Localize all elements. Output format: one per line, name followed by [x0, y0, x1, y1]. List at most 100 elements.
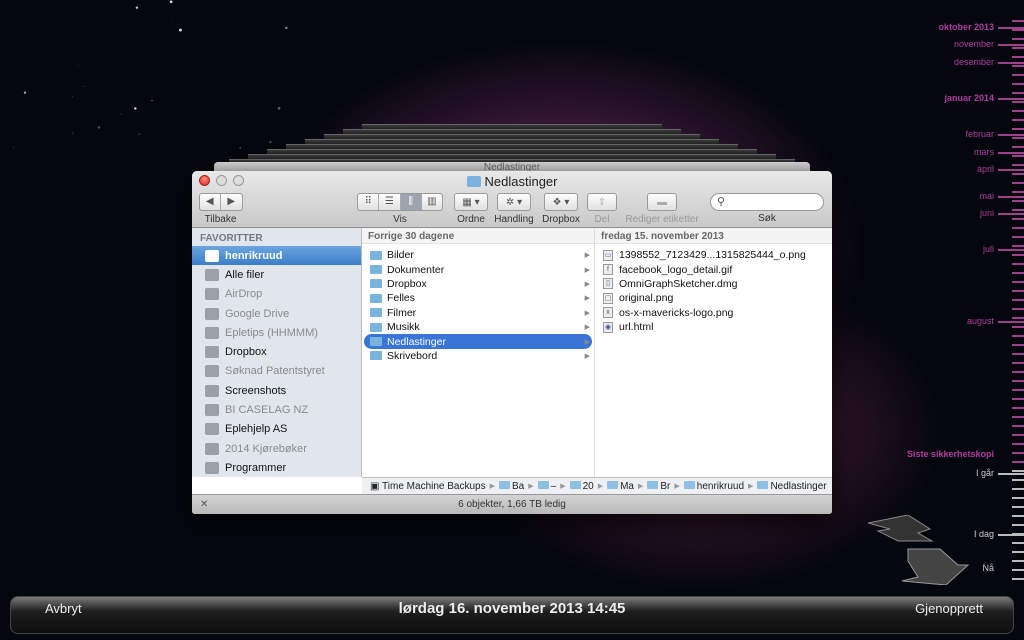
- timeline-tick[interactable]: [1012, 407, 1024, 409]
- timeline-label[interactable]: august: [967, 316, 994, 326]
- folder-row[interactable]: Dropbox ▶: [364, 277, 592, 291]
- timeline-label[interactable]: Nå: [982, 563, 994, 573]
- timeline-tick[interactable]: [1012, 101, 1024, 103]
- timeline-label[interactable]: I går: [976, 468, 994, 478]
- timeline-tick[interactable]: [1012, 128, 1024, 130]
- timeline-tick[interactable]: [1012, 137, 1024, 139]
- path-item[interactable]: Nedlastinger: [757, 480, 827, 492]
- timeline-tick[interactable]: [1012, 119, 1024, 121]
- list-view-icon[interactable]: ☰: [379, 194, 401, 210]
- timeline-label[interactable]: oktober 2013: [938, 22, 994, 32]
- timeline-major-tick[interactable]: [998, 27, 1024, 29]
- folder-row[interactable]: Skrivebord ▶: [364, 349, 592, 363]
- timeline-tick[interactable]: [1012, 515, 1024, 517]
- sidebar-item[interactable]: Eplehjelp AS: [192, 420, 361, 439]
- timeline-tick[interactable]: [1012, 263, 1024, 265]
- timeline-tick[interactable]: [1012, 173, 1024, 175]
- folder-row[interactable]: Filmer ▶: [364, 306, 592, 320]
- timeline-major-tick[interactable]: [998, 62, 1024, 64]
- timeline-label[interactable]: juni: [980, 208, 994, 218]
- timeline-major-tick[interactable]: [998, 152, 1024, 154]
- coverflow-view-icon[interactable]: ▥: [422, 194, 442, 210]
- timeline-tick[interactable]: [1012, 560, 1024, 562]
- timeline-tick[interactable]: [1012, 524, 1024, 526]
- timeline-tick[interactable]: [1012, 281, 1024, 283]
- sidebar-item[interactable]: 2014 Kjørebøker: [192, 439, 361, 458]
- timeline-major-tick[interactable]: [998, 196, 1024, 198]
- folder-row[interactable]: Musikk ▶: [364, 320, 592, 334]
- timeline-tick[interactable]: [1012, 353, 1024, 355]
- folder-row[interactable]: Dokumenter ▶: [364, 262, 592, 276]
- timeline-major-tick[interactable]: [998, 213, 1024, 215]
- timeline-tick[interactable]: [1012, 416, 1024, 418]
- timeline-tick[interactable]: [1012, 398, 1024, 400]
- timeline-label[interactable]: Siste sikkerhetskopi: [907, 449, 994, 459]
- timeline-label[interactable]: november: [954, 39, 994, 49]
- timeline-label[interactable]: mai: [979, 191, 994, 201]
- path-item[interactable]: ▣ Time Machine Backups: [370, 481, 486, 492]
- timeline-label[interactable]: mars: [974, 147, 994, 157]
- file-row[interactable]: x os-x-mavericks-logo.png: [597, 306, 830, 320]
- timeline-tick[interactable]: [1012, 29, 1024, 31]
- timeline-tick[interactable]: [1012, 389, 1024, 391]
- timeline-tick[interactable]: [1012, 209, 1024, 211]
- timeline-tick[interactable]: [1012, 425, 1024, 427]
- timeline-major-tick[interactable]: [998, 249, 1024, 251]
- sidebar-item[interactable]: Google Drive: [192, 304, 361, 323]
- path-item[interactable]: Br: [647, 480, 670, 492]
- timeline-tick[interactable]: [1012, 299, 1024, 301]
- folder-row[interactable]: Bilder ▶: [364, 248, 592, 262]
- file-row[interactable]: ◉ url.html: [597, 320, 830, 334]
- share-button[interactable]: ⇪ Del: [586, 193, 618, 225]
- timeline-tick[interactable]: [1012, 200, 1024, 202]
- tools-icon[interactable]: ✕: [200, 495, 208, 514]
- timeline-tick[interactable]: [1012, 47, 1024, 49]
- timeline-tick[interactable]: [1012, 218, 1024, 220]
- timeline-tick[interactable]: [1012, 236, 1024, 238]
- forward-icon[interactable]: ▶: [221, 194, 242, 210]
- timeline-tick[interactable]: [1012, 308, 1024, 310]
- timeline-tick[interactable]: [1012, 191, 1024, 193]
- timeline-tick[interactable]: [1012, 497, 1024, 499]
- dropbox-button[interactable]: ❖ ▾ Dropbox: [541, 193, 581, 225]
- back-in-time-arrow[interactable]: [868, 515, 934, 542]
- sidebar-item[interactable]: Dropbox: [192, 342, 361, 361]
- file-row[interactable]: ▢ original.png: [597, 291, 830, 305]
- timeline-tick[interactable]: [1012, 245, 1024, 247]
- file-row[interactable]: f facebook_logo_detail.gif: [597, 262, 830, 276]
- path-item[interactable]: Ma: [607, 480, 634, 492]
- timeline-label[interactable]: januar 2014: [944, 93, 994, 103]
- timeline-tick[interactable]: [1012, 146, 1024, 148]
- edit-tags-button[interactable]: ▬ Rediger etiketter: [624, 193, 700, 225]
- timeline-tick[interactable]: [1012, 317, 1024, 319]
- timeline-tick[interactable]: [1012, 362, 1024, 364]
- timeline-tick[interactable]: [1012, 371, 1024, 373]
- timeline-tick[interactable]: [1012, 155, 1024, 157]
- timeline-tick[interactable]: [1012, 569, 1024, 571]
- timeline-tick[interactable]: [1012, 461, 1024, 463]
- timeline-tick[interactable]: [1012, 56, 1024, 58]
- timeline-tick[interactable]: [1012, 452, 1024, 454]
- timeline-tick[interactable]: [1012, 551, 1024, 553]
- timeline-major-tick[interactable]: [998, 98, 1024, 100]
- sidebar-item[interactable]: Screenshots: [192, 381, 361, 400]
- timeline-tick[interactable]: [1012, 326, 1024, 328]
- path-item[interactable]: –: [537, 480, 556, 492]
- timeline-tick[interactable]: [1012, 92, 1024, 94]
- timeline-tick[interactable]: [1012, 20, 1024, 22]
- action-button[interactable]: ✲ ▾ Handling: [493, 193, 535, 225]
- timeline-tick[interactable]: [1012, 470, 1024, 472]
- sidebar-item[interactable]: Søknad Patentstyret: [192, 362, 361, 381]
- timeline-major-tick[interactable]: [998, 534, 1024, 536]
- timeline-major-tick[interactable]: [998, 473, 1024, 475]
- timeline-tick[interactable]: [1012, 272, 1024, 274]
- sidebar-item[interactable]: Epletips (HHMMM): [192, 323, 361, 342]
- back-icon[interactable]: ◀: [200, 194, 221, 210]
- sidebar-item[interactable]: BI CASELAG NZ: [192, 400, 361, 419]
- timeline-tick[interactable]: [1012, 479, 1024, 481]
- file-row[interactable]: ▭ 1398552_7123429...1315825444_o.png: [597, 248, 830, 262]
- sidebar-item[interactable]: Programmer: [192, 458, 361, 477]
- timeline-label[interactable]: desember: [954, 57, 994, 67]
- timeline-tick[interactable]: [1012, 164, 1024, 166]
- file-row[interactable]: ▯ OmniGraphSketcher.dmg: [597, 277, 830, 291]
